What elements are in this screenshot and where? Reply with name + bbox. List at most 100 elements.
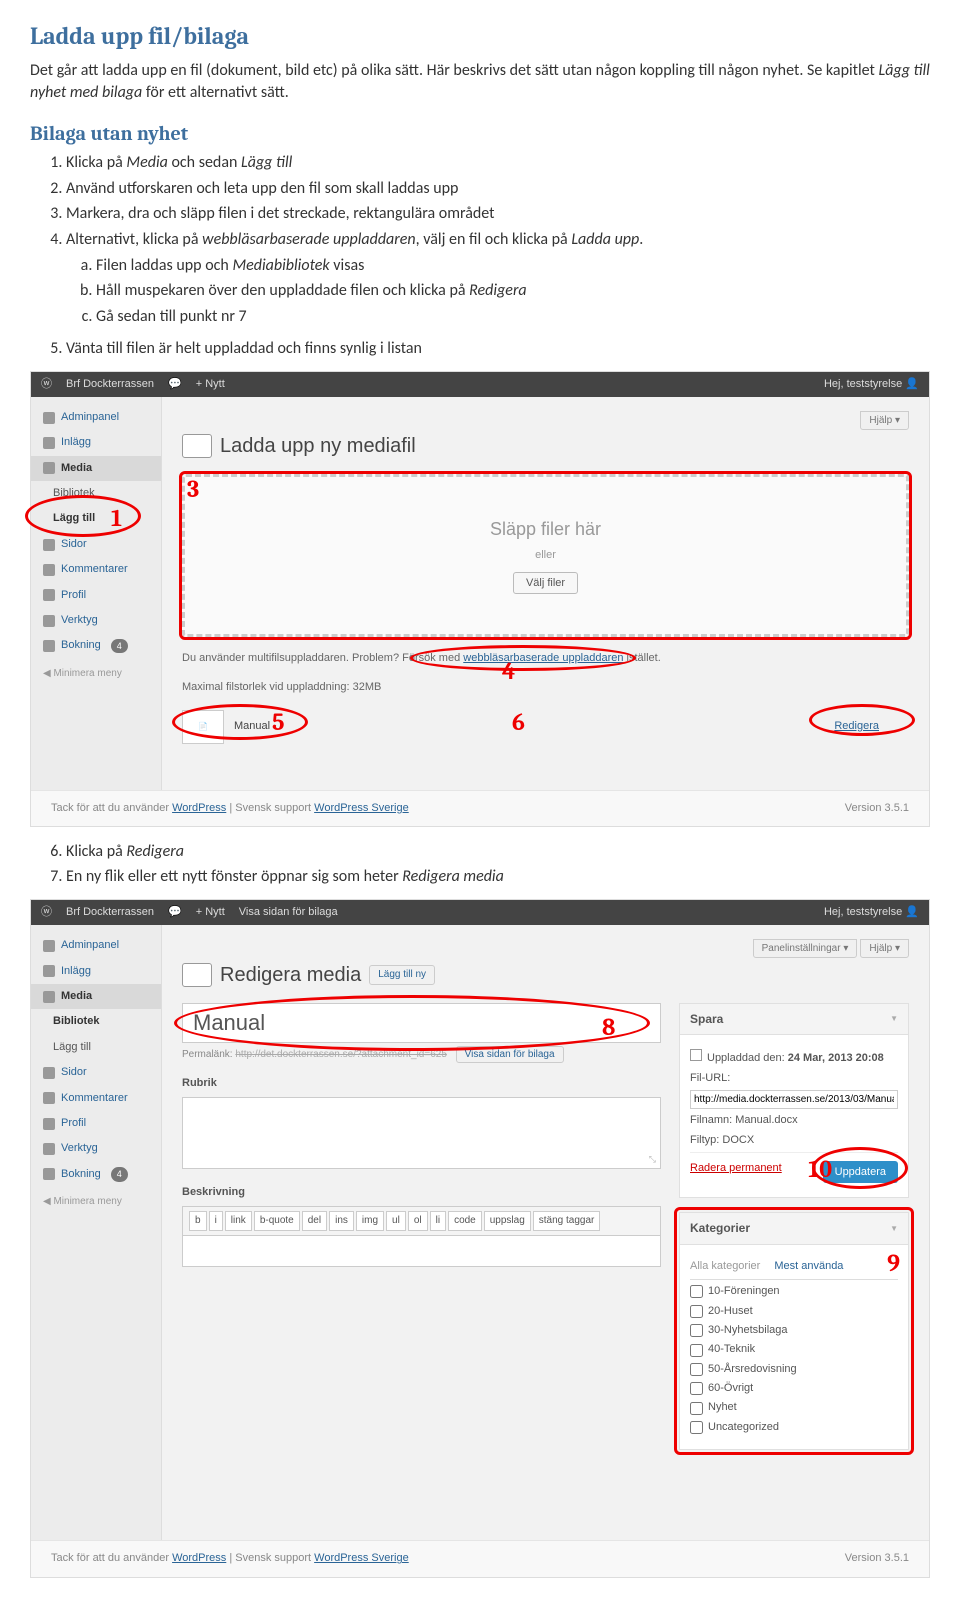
sidebar-item-verktyg[interactable]: Verktyg (31, 608, 161, 633)
wp-logo-icon[interactable]: ⓦ (41, 905, 52, 920)
minimize-menu[interactable]: ◀ Minimera meny (31, 1187, 161, 1217)
ed-ol[interactable]: ol (408, 1211, 428, 1231)
beskrivning-label: Beskrivning (182, 1185, 661, 1200)
step-4a: Filen laddas upp och Mediabibliotek visa… (96, 255, 930, 277)
cat-checkbox[interactable] (690, 1402, 703, 1415)
cat-checkbox[interactable] (690, 1324, 703, 1337)
cat-row-3[interactable]: 40-Teknik (690, 1342, 898, 1357)
sidebar-sub-bibliotek[interactable]: Bibliotek (31, 1009, 161, 1034)
page-icon (43, 1067, 55, 1079)
step-2: Använd utforskaren och leta upp den fil … (66, 178, 930, 200)
greeting[interactable]: Hej, teststyrelse 👤 (824, 377, 919, 392)
folder-icon (43, 640, 55, 652)
view-attachment-button[interactable]: Visa sidan för bilaga (456, 1046, 564, 1063)
upload-dropzone[interactable]: Släpp filer här eller Välj filer 3 (182, 474, 909, 637)
ed-del[interactable]: del (302, 1211, 327, 1231)
sidebar-item-bokning[interactable]: Bokning4 (31, 1162, 161, 1187)
site-name[interactable]: Brf Dockterrassen (66, 905, 154, 920)
cat-row-2[interactable]: 30-Nyhetsbilaga (690, 1323, 898, 1338)
site-name[interactable]: Brf Dockterrassen (66, 377, 154, 392)
sidebar-item-sidor[interactable]: Sidor (31, 532, 161, 557)
new-button[interactable]: + Nytt (196, 905, 225, 920)
sidebar-item-inlagg[interactable]: Inlägg (31, 430, 161, 455)
cat-row-6[interactable]: Nyhet (690, 1400, 898, 1415)
page-title: Redigera media (220, 961, 361, 989)
cat-tab-popular[interactable]: Mest använda (774, 1259, 843, 1279)
ed-link[interactable]: link (225, 1211, 252, 1231)
cat-row-5[interactable]: 60-Övrigt (690, 1381, 898, 1396)
fileurl-input[interactable] (690, 1090, 898, 1109)
ed-i[interactable]: i (209, 1211, 223, 1231)
sidebar-item-verktyg[interactable]: Verktyg (31, 1136, 161, 1161)
sidebar-sub-laggtill[interactable]: Lägg till (31, 1035, 161, 1060)
toggle-icon[interactable]: ▼ (890, 1223, 898, 1234)
step-5: Vänta till filen är helt uppladdad och f… (66, 338, 930, 360)
edit-link[interactable]: Redigera (834, 719, 879, 734)
filename-row: Filnamn: Manual.docx (690, 1113, 898, 1128)
greeting[interactable]: Hej, teststyrelse 👤 (824, 905, 919, 920)
sidebar-item-sidor[interactable]: Sidor (31, 1060, 161, 1085)
ed-li[interactable]: li (430, 1211, 446, 1231)
ed-ins[interactable]: ins (329, 1211, 354, 1231)
description-textarea[interactable] (182, 1235, 661, 1267)
update-button[interactable]: Uppdatera (823, 1161, 898, 1183)
ed-img[interactable]: img (356, 1211, 384, 1231)
add-new-button[interactable]: Lägg till ny (369, 965, 435, 985)
cat-row-7[interactable]: Uncategorized (690, 1420, 898, 1435)
sidebar-item-bokning[interactable]: Bokning4 (31, 633, 161, 658)
comments-icon[interactable]: 💬 (168, 905, 182, 920)
sidebar-sub-bibliotek[interactable]: Bibliotek (31, 481, 161, 506)
ed-bq[interactable]: b-quote (254, 1211, 300, 1231)
screen-options-tab[interactable]: Panelinställningar ▾ (753, 939, 858, 958)
toggle-icon[interactable]: ▼ (890, 1013, 898, 1024)
ed-close[interactable]: stäng taggar (533, 1211, 601, 1231)
profile-icon (43, 589, 55, 601)
fileurl-label: Fil-URL: (690, 1071, 898, 1086)
screenshot-2: ⓦ Brf Dockterrassen 💬 + Nytt Visa sidan … (30, 899, 930, 1578)
sidebar-item-adminpanel[interactable]: Adminpanel (31, 933, 161, 958)
cat-row-0[interactable]: 10-Föreningen (690, 1284, 898, 1299)
ed-b[interactable]: b (189, 1211, 207, 1231)
ed-code[interactable]: code (448, 1211, 482, 1231)
comment-icon (43, 1092, 55, 1104)
cat-checkbox[interactable] (690, 1344, 703, 1357)
minimize-menu[interactable]: ◀ Minimera meny (31, 659, 161, 689)
cat-checkbox[interactable] (690, 1421, 703, 1434)
home-icon (43, 940, 55, 952)
help-tab[interactable]: Hjälp ▾ (860, 411, 909, 430)
sidebar-sub-laggtill[interactable]: Lägg till (31, 506, 161, 531)
spara-heading: Spara (690, 1011, 723, 1028)
media-icon (43, 991, 55, 1003)
sidebar-item-adminpanel[interactable]: Adminpanel (31, 405, 161, 430)
delete-permanent-link[interactable]: Radera permanent (690, 1162, 782, 1174)
sidebar-item-inlagg[interactable]: Inlägg (31, 959, 161, 984)
sidebar-item-kommentarer[interactable]: Kommentarer (31, 1086, 161, 1111)
comments-icon[interactable]: 💬 (168, 377, 182, 392)
cat-tab-all[interactable]: Alla kategorier (690, 1259, 760, 1279)
uploader-note: Du använder multifilsuppladdaren. Proble… (182, 652, 661, 664)
view-attachment-page[interactable]: Visa sidan för bilaga (239, 905, 338, 920)
browser-uploader-link[interactable]: webbläsarbaserade uppladdaren (463, 652, 623, 664)
sidebar-item-media[interactable]: Media (31, 984, 161, 1009)
cat-row-4[interactable]: 50-Årsredovisning (690, 1362, 898, 1377)
wp-logo-icon[interactable]: ⓦ (41, 377, 52, 392)
ed-ul[interactable]: ul (386, 1211, 406, 1231)
editor-toolbar: b i link b-quote del ins img ul ol li co… (182, 1206, 661, 1235)
sidebar-item-media[interactable]: Media (31, 456, 161, 481)
help-tab[interactable]: Hjälp ▾ (860, 939, 909, 958)
new-button[interactable]: + Nytt (196, 377, 225, 392)
ed-upp[interactable]: uppslag (484, 1211, 531, 1231)
title-input[interactable] (182, 1003, 661, 1043)
rubrik-label: Rubrik (182, 1076, 661, 1091)
cat-checkbox[interactable] (690, 1382, 703, 1395)
select-files-button[interactable]: Välj filer (513, 572, 578, 594)
step-4c: Gå sedan till punkt nr 7 (96, 306, 930, 328)
sidebar-item-kommentarer[interactable]: Kommentarer (31, 557, 161, 582)
rubrik-textarea[interactable]: ⤡ (182, 1097, 661, 1169)
cat-checkbox[interactable] (690, 1285, 703, 1298)
cat-row-1[interactable]: 20-Huset (690, 1304, 898, 1319)
cat-checkbox[interactable] (690, 1363, 703, 1376)
sidebar-item-profil[interactable]: Profil (31, 583, 161, 608)
cat-checkbox[interactable] (690, 1305, 703, 1318)
sidebar-item-profil[interactable]: Profil (31, 1111, 161, 1136)
